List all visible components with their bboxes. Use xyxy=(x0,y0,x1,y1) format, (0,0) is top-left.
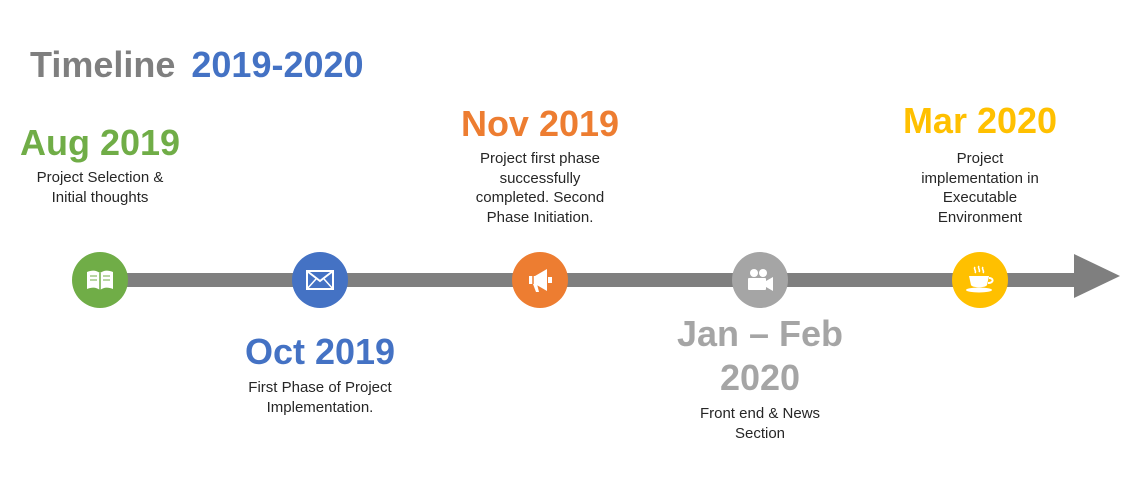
milestone-date-mar-2020: Mar 2020 xyxy=(902,100,1058,141)
coffee-cup-icon xyxy=(964,265,996,295)
title-word: Timeline xyxy=(30,44,176,85)
milestone-desc-aug-2019: Project Selection & Initial thoughts xyxy=(36,169,164,206)
milestone-node-nov-2019 xyxy=(512,252,568,308)
milestone-date-oct-2019: Oct 2019 xyxy=(244,331,396,372)
milestone-desc-oct-2019: First Phase of Project Implementation. xyxy=(248,379,392,416)
milestone-desc-jan-feb-2020: Front end & News Section xyxy=(699,405,821,442)
page-title: Timeline 2019-2020 xyxy=(30,44,364,86)
book-icon xyxy=(85,268,115,292)
envelope-icon xyxy=(306,270,334,290)
milestone-desc-nov-2019: Project first phase successfully complet… xyxy=(475,150,605,226)
milestone-node-aug-2019 xyxy=(72,252,128,308)
milestone-node-mar-2020 xyxy=(952,252,1008,308)
megaphone-icon xyxy=(525,265,555,295)
milestone-date-jan-feb-2020: Jan – Feb 2020 xyxy=(676,313,844,398)
milestone-date-aug-2019: Aug 2019 xyxy=(19,122,181,163)
milestone-date-nov-2019: Nov 2019 xyxy=(460,103,620,144)
timeline-arrowhead xyxy=(1074,254,1120,298)
title-range: 2019-2020 xyxy=(191,44,364,85)
milestone-desc-mar-2020: Project implementation in Executable Env… xyxy=(921,150,1039,226)
milestone-node-jan-feb-2020 xyxy=(732,252,788,308)
video-camera-icon xyxy=(745,267,775,293)
timeline-axis xyxy=(100,273,1090,287)
milestone-node-oct-2019 xyxy=(292,252,348,308)
